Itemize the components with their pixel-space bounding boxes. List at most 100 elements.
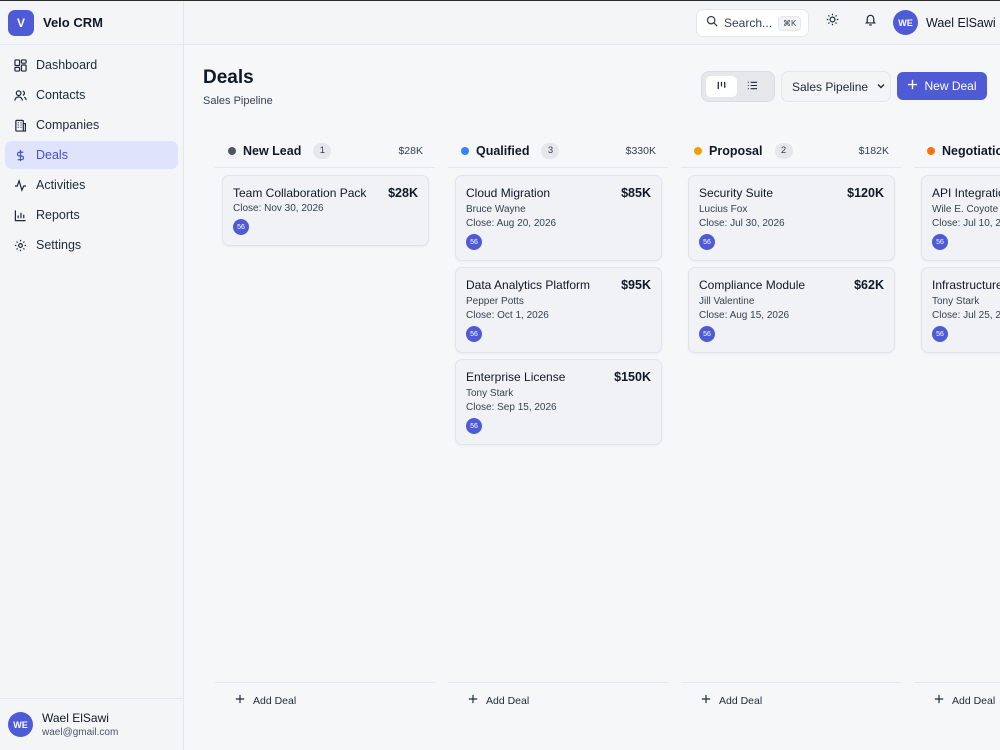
gear-icon: [14, 239, 27, 252]
deal-card[interactable]: Cloud Migration $85K Bruce Wayne Close: …: [455, 175, 662, 261]
sidebar-user-profile[interactable]: WE Wael ElSawi wael@gmail.com: [0, 698, 183, 750]
column-new-lead: New Lead 1 $28K Team Collaboration Pack …: [215, 134, 435, 750]
plus-icon: [907, 79, 924, 93]
deal-close-date: Close: Jul 30, 2026: [699, 218, 785, 229]
column-title: Qualified: [476, 143, 530, 158]
deal-close-date: Close: Aug 20, 2026: [466, 218, 557, 229]
add-deal-button[interactable]: Add Deal: [914, 682, 1000, 718]
sidebar-item-label: Companies: [36, 118, 100, 132]
deal-owner: Tony Stark: [466, 388, 514, 399]
sidebar-item-activities[interactable]: Activities: [5, 171, 178, 199]
column-total: $182K: [858, 144, 889, 157]
building-icon: [14, 119, 27, 132]
sidebar-item-settings[interactable]: Settings: [5, 231, 178, 259]
search-label: Search...: [724, 16, 773, 30]
owner-avatar: 56: [466, 418, 482, 434]
sidebar-item-deals[interactable]: Deals: [5, 141, 178, 169]
deal-amount: $150K: [614, 370, 651, 384]
theme-toggle-button[interactable]: [823, 13, 841, 31]
sidebar-item-reports[interactable]: Reports: [5, 201, 178, 229]
deal-close-date: Close: Jul 25, 2026: [932, 310, 1000, 321]
sidebar-item-label: Settings: [36, 238, 82, 252]
view-toggle: [701, 71, 775, 102]
user-email: wael@gmail.com: [42, 727, 119, 738]
column-title: Proposal: [709, 143, 763, 158]
sidebar-item-companies[interactable]: Companies: [5, 111, 178, 139]
status-dot: [228, 146, 236, 155]
plus-icon: [468, 694, 486, 707]
brand[interactable]: V Velo CRM: [0, 1, 183, 45]
deal-card[interactable]: Data Analytics Platform $95K Pepper Pott…: [455, 267, 662, 353]
avatar: WE: [8, 712, 33, 737]
deal-card[interactable]: Team Collaboration Pack $28K Close: Nov …: [222, 175, 429, 246]
deal-card[interactable]: Infrastructure Tony Stark Close: Jul 25,…: [921, 267, 1000, 353]
kanban-board: New Lead 1 $28K Team Collaboration Pack …: [215, 134, 1000, 750]
column-title: Negotiation: [942, 143, 1000, 158]
brand-logo: V: [8, 9, 34, 36]
add-deal-button[interactable]: Add Deal: [215, 682, 435, 718]
add-deal-label: Add Deal: [253, 694, 297, 707]
search-button[interactable]: Search... ⌘K: [696, 9, 809, 37]
deal-owner: Tony Stark: [932, 296, 980, 307]
header-user-name: Wael ElSawi: [926, 15, 996, 30]
deal-amount: $62K: [854, 278, 884, 292]
add-deal-label: Add Deal: [719, 694, 763, 707]
list-icon: [747, 78, 758, 96]
dollar-icon: [14, 149, 27, 162]
deal-close-date: Close: Jul 10, 2026: [932, 218, 1000, 229]
status-dot: [694, 146, 702, 155]
deal-card[interactable]: Enterprise License $150K Tony Stark Clos…: [455, 359, 662, 445]
sidebar: V Velo CRM Dashboard Contacts Companies: [0, 1, 184, 750]
header-user-menu[interactable]: WE Wael ElSawi: [893, 10, 996, 35]
users-icon: [14, 89, 27, 102]
sun-icon: [826, 13, 839, 31]
new-deal-label: New Deal: [924, 79, 977, 93]
owner-avatar: 56: [466, 234, 482, 250]
column-count-badge: 1: [313, 142, 332, 159]
sidebar-item-dashboard[interactable]: Dashboard: [5, 51, 178, 79]
search-icon: [706, 14, 718, 32]
owner-avatar: 56: [932, 326, 948, 342]
add-deal-label: Add Deal: [486, 694, 530, 707]
add-deal-button[interactable]: Add Deal: [681, 682, 901, 718]
brand-name: Velo CRM: [43, 15, 103, 30]
page-subtitle: Sales Pipeline: [203, 95, 273, 107]
deal-card[interactable]: API Integration Wile E. Coyote Close: Ju…: [921, 175, 1000, 261]
plus-icon: [235, 694, 253, 707]
owner-avatar: 56: [699, 234, 715, 250]
search-shortcut: ⌘K: [778, 15, 802, 31]
sidebar-item-label: Dashboard: [36, 58, 98, 72]
deal-close-date: Close: Sep 15, 2026: [466, 402, 557, 413]
add-deal-button[interactable]: Add Deal: [448, 682, 668, 718]
column-total: $28K: [398, 144, 423, 157]
avatar: WE: [893, 10, 918, 35]
column-negotiation: Negotiation API Integration Wile E. Coyo…: [914, 134, 1000, 750]
bell-icon: [864, 13, 877, 31]
deal-title: Infrastructure: [932, 278, 1000, 292]
deal-card[interactable]: Security Suite $120K Lucius Fox Close: J…: [688, 175, 895, 261]
deal-amount: $85K: [621, 186, 651, 200]
kanban-icon: [716, 78, 727, 96]
sidebar-item-label: Reports: [36, 208, 80, 222]
deal-close-date: Close: Oct 1, 2026: [466, 310, 549, 321]
list-view-button[interactable]: [737, 76, 768, 97]
column-total: $330K: [625, 144, 656, 157]
chevron-down-icon: [868, 80, 886, 94]
sidebar-item-contacts[interactable]: Contacts: [5, 81, 178, 109]
deal-amount: $28K: [388, 186, 418, 200]
deal-owner: Jill Valentine: [699, 296, 755, 307]
pipeline-select[interactable]: Sales Pipeline: [781, 71, 891, 102]
notifications-button[interactable]: [861, 13, 879, 31]
owner-avatar: 56: [466, 326, 482, 342]
dashboard-icon: [14, 58, 27, 72]
sidebar-item-label: Deals: [36, 148, 68, 162]
page-title: Deals: [203, 67, 254, 88]
column-header: New Lead 1 $28K: [215, 134, 435, 168]
deal-card[interactable]: Compliance Module $62K Jill Valentine Cl…: [688, 267, 895, 353]
new-deal-button[interactable]: New Deal: [897, 72, 987, 100]
deal-close-date: Close: Nov 30, 2026: [233, 203, 324, 214]
kanban-view-button[interactable]: [706, 76, 737, 97]
deal-owner: Lucius Fox: [699, 204, 748, 215]
owner-avatar: 56: [233, 219, 249, 235]
sidebar-nav: Dashboard Contacts Companies Deals Activ…: [0, 45, 183, 259]
